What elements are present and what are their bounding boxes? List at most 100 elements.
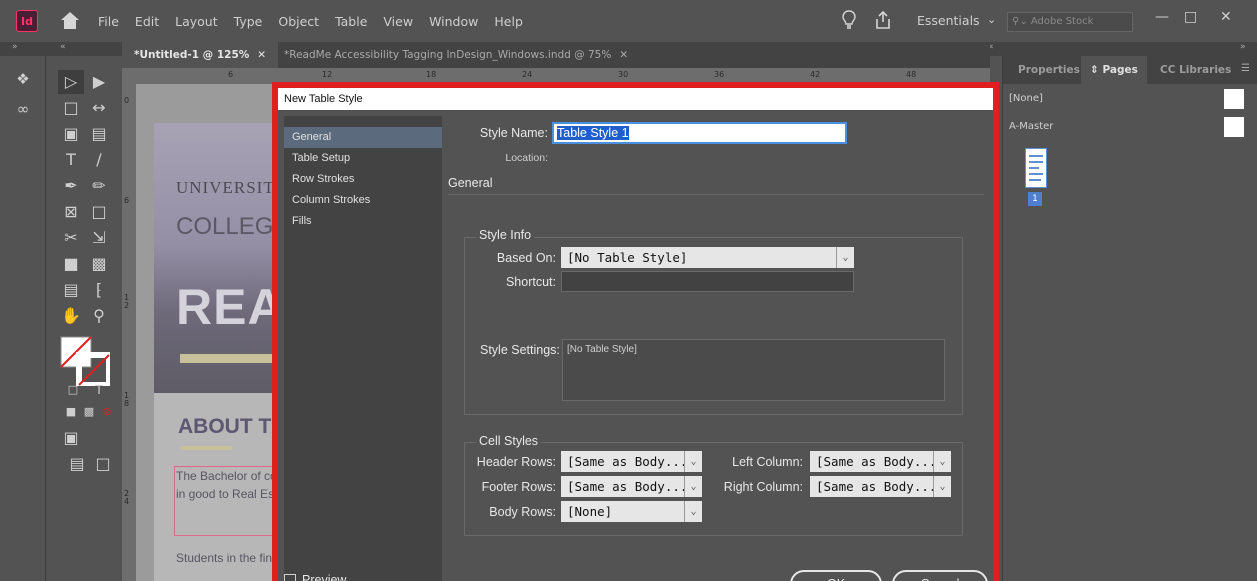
ruler-tick: 18 bbox=[426, 70, 437, 79]
page-thumbnail[interactable] bbox=[1025, 148, 1047, 188]
chevron-down-icon[interactable]: ⌄ bbox=[684, 476, 702, 497]
category-table-setup[interactable]: Table Setup bbox=[284, 148, 442, 169]
formatting-text-icon[interactable]: T bbox=[86, 378, 112, 402]
maximize-icon[interactable]: □ bbox=[1184, 9, 1197, 25]
pen-tool-icon[interactable]: ✒ bbox=[58, 174, 84, 198]
shortcut-field[interactable] bbox=[561, 271, 854, 292]
footer-rows-dropdown[interactable]: [Same as Body... ⌄ bbox=[561, 476, 702, 497]
chevron-down-icon[interactable]: ⌄ bbox=[836, 247, 854, 268]
adobe-stock-search[interactable]: ⚲⌄ Adobe Stock bbox=[1007, 12, 1133, 32]
apply-none-icon[interactable]: ⊘ bbox=[94, 400, 120, 424]
normal-view-icon[interactable]: ▤ bbox=[64, 452, 90, 476]
direct-selection-tool-icon[interactable]: ▶ bbox=[86, 70, 112, 94]
gradient-feather-tool-icon[interactable]: ▩ bbox=[86, 252, 112, 276]
close-tab-icon[interactable]: ✕ bbox=[619, 49, 628, 61]
ok-button[interactable]: OK bbox=[790, 570, 882, 581]
formatting-container-icon[interactable]: □ bbox=[60, 378, 86, 402]
selection-tool-icon[interactable]: ▷ bbox=[58, 70, 84, 94]
note-tool-icon[interactable]: ▤ bbox=[58, 278, 84, 302]
shortcut-label: Shortcut: bbox=[505, 275, 556, 289]
expand-right-icon[interactable]: » bbox=[1240, 42, 1246, 52]
master-label: [None] bbox=[1009, 93, 1043, 104]
right-column-value: [Same as Body... bbox=[816, 479, 937, 494]
chevron-down-icon[interactable]: ⌄ bbox=[933, 451, 951, 472]
page-title: REA bbox=[176, 279, 285, 335]
master-thumbnail[interactable] bbox=[1224, 117, 1244, 137]
close-icon[interactable]: ✕ bbox=[1220, 9, 1232, 25]
screen-mode-icon[interactable]: ▣ bbox=[58, 426, 84, 450]
chevron-down-icon[interactable]: ⌄ bbox=[684, 501, 702, 522]
share-icon[interactable] bbox=[874, 10, 892, 30]
chevron-down-icon[interactable]: ⌄ bbox=[987, 13, 996, 26]
category-fills[interactable]: Fills bbox=[284, 211, 442, 232]
based-on-dropdown[interactable]: [No Table Style] ⌄ bbox=[561, 247, 854, 268]
content-collector-icon[interactable]: ▣ bbox=[58, 122, 84, 146]
pencil-tool-icon[interactable]: ✏ bbox=[86, 174, 112, 198]
panel-menu-icon[interactable]: ☰ bbox=[1241, 63, 1250, 74]
gap-tool-icon[interactable]: ↔ bbox=[86, 96, 112, 120]
master-thumbnail[interactable] bbox=[1224, 89, 1244, 109]
hand-tool-icon[interactable]: ✋ bbox=[58, 304, 84, 328]
layers-icon[interactable]: ❖ bbox=[14, 70, 32, 88]
preview-mode-icon[interactable]: □ bbox=[90, 452, 116, 476]
ruler-tick: 12 bbox=[322, 70, 333, 79]
menu-window[interactable]: Window bbox=[429, 14, 478, 29]
dialog-title: New Table Style bbox=[278, 88, 993, 110]
ruler-tick: 42 bbox=[810, 70, 821, 79]
ruler-tick: 48 bbox=[906, 70, 917, 79]
category-general[interactable]: General bbox=[284, 127, 442, 148]
line-tool-icon[interactable]: ∕ bbox=[86, 148, 112, 172]
menu-file[interactable]: File bbox=[98, 14, 119, 29]
page-tool-icon[interactable]: □ bbox=[58, 96, 84, 120]
left-column-dropdown[interactable]: [Same as Body... ⌄ bbox=[810, 451, 951, 472]
scissors-tool-icon[interactable]: ✂ bbox=[58, 226, 84, 250]
category-row-strokes[interactable]: Row Strokes bbox=[284, 169, 442, 190]
lightbulb-icon[interactable] bbox=[842, 10, 856, 30]
menu-edit[interactable]: Edit bbox=[135, 14, 159, 29]
tab-properties[interactable]: Properties bbox=[1009, 56, 1089, 84]
chevron-down-icon[interactable]: ⌄ bbox=[933, 476, 951, 497]
document-tabs: *Untitled-1 @ 125% ✕ *ReadMe Accessibilit… bbox=[122, 42, 990, 68]
header-rows-dropdown[interactable]: [Same as Body... ⌄ bbox=[561, 451, 702, 472]
preview-checkbox[interactable] bbox=[284, 574, 296, 581]
tab-readme[interactable]: *ReadMe Accessibility Tagging InDesign_W… bbox=[272, 42, 640, 68]
links-icon[interactable]: ∞ bbox=[14, 100, 32, 118]
style-name-field[interactable]: Table Style 1 bbox=[552, 122, 847, 144]
new-table-style-dialog: New Table Style General Table Setup Row … bbox=[272, 82, 999, 581]
menu-table[interactable]: Table bbox=[335, 14, 367, 29]
vertical-ruler[interactable]: 0 6 1 2 1 8 2 4 bbox=[122, 84, 136, 581]
style-info-title: Style Info bbox=[476, 228, 535, 242]
workspace-switcher[interactable]: Essentials bbox=[917, 13, 980, 28]
page-number-badge[interactable]: 1 bbox=[1028, 192, 1042, 206]
menu-object[interactable]: Object bbox=[278, 14, 319, 29]
chevron-down-icon[interactable]: ⌄ bbox=[684, 451, 702, 472]
eyedropper-tool-icon[interactable]: ⁅ bbox=[86, 278, 112, 302]
rectangle-frame-tool-icon[interactable]: ⊠ bbox=[58, 200, 84, 224]
type-tool-icon[interactable]: T bbox=[58, 148, 84, 172]
cancel-button[interactable]: Cancel bbox=[892, 570, 988, 581]
menu-help[interactable]: Help bbox=[494, 14, 523, 29]
right-column-dropdown[interactable]: [Same as Body... ⌄ bbox=[810, 476, 951, 497]
menu-type[interactable]: Type bbox=[234, 14, 263, 29]
preview-label: Preview bbox=[302, 573, 347, 581]
menu-layout[interactable]: Layout bbox=[175, 14, 218, 29]
a-master-row[interactable]: A-Master bbox=[1003, 114, 1257, 140]
menu-view[interactable]: View bbox=[383, 14, 413, 29]
rectangle-tool-icon[interactable]: □ bbox=[86, 200, 112, 224]
tab-untitled-1[interactable]: *Untitled-1 @ 125% ✕ bbox=[122, 42, 279, 68]
expand-panels-icon[interactable]: » bbox=[12, 42, 18, 52]
collapse-toolbar-icon[interactable]: « bbox=[60, 42, 66, 52]
body-rows-dropdown[interactable]: [None] ⌄ bbox=[561, 501, 702, 522]
content-placer-icon[interactable]: ▤ bbox=[86, 122, 112, 146]
category-column-strokes[interactable]: Column Strokes bbox=[284, 190, 442, 211]
tab-pages[interactable]: ⇕ Pages bbox=[1081, 56, 1147, 84]
minimize-icon[interactable]: — bbox=[1155, 9, 1169, 25]
home-icon[interactable] bbox=[60, 12, 80, 30]
master-none-row[interactable]: [None] bbox=[1003, 86, 1257, 112]
stock-search-placeholder: Adobe Stock bbox=[1030, 16, 1094, 27]
gradient-swatch-tool-icon[interactable]: ■ bbox=[58, 252, 84, 276]
free-transform-tool-icon[interactable]: ⇲ bbox=[86, 226, 112, 250]
close-tab-icon[interactable]: ✕ bbox=[257, 49, 266, 61]
tab-cc-libraries[interactable]: CC Libraries bbox=[1151, 56, 1240, 84]
zoom-tool-icon[interactable]: ⚲ bbox=[86, 304, 112, 328]
